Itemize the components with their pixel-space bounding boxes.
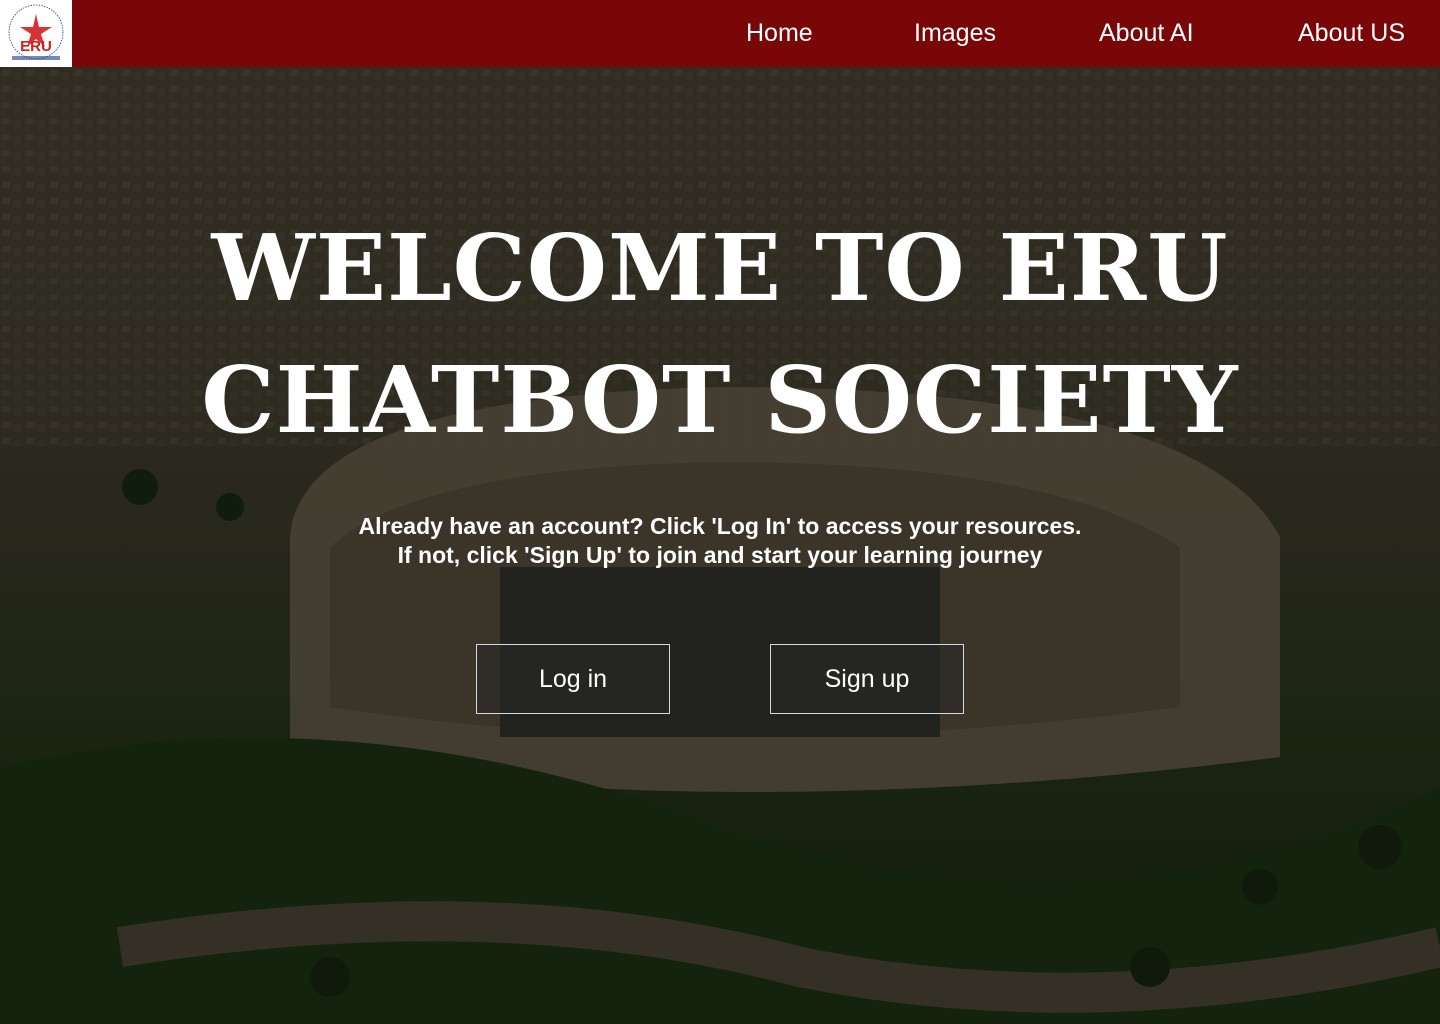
logo-text: ERU <box>20 38 52 55</box>
top-navbar: ERU Home Images About AI About US <box>0 0 1440 67</box>
nav-images-link[interactable]: Images <box>914 0 996 67</box>
signup-button[interactable]: Sign up <box>770 644 964 714</box>
eru-logo[interactable]: ERU <box>0 0 72 67</box>
hero-title-line-1: Welcome to ERU <box>211 214 1229 322</box>
hero-title-line-2: Chatbot Society <box>201 346 1239 454</box>
nav-home-link[interactable]: Home <box>746 0 813 67</box>
nav-about-us-link[interactable]: About US <box>1298 0 1405 67</box>
hero-subtitle-line-1: Already have an account? Click 'Log In' … <box>358 513 1082 539</box>
login-button[interactable]: Log in <box>476 644 670 714</box>
hero-subtitle-line-2: If not, click 'Sign Up' to join and star… <box>397 542 1043 568</box>
nav-about-ai-link[interactable]: About AI <box>1099 0 1194 67</box>
